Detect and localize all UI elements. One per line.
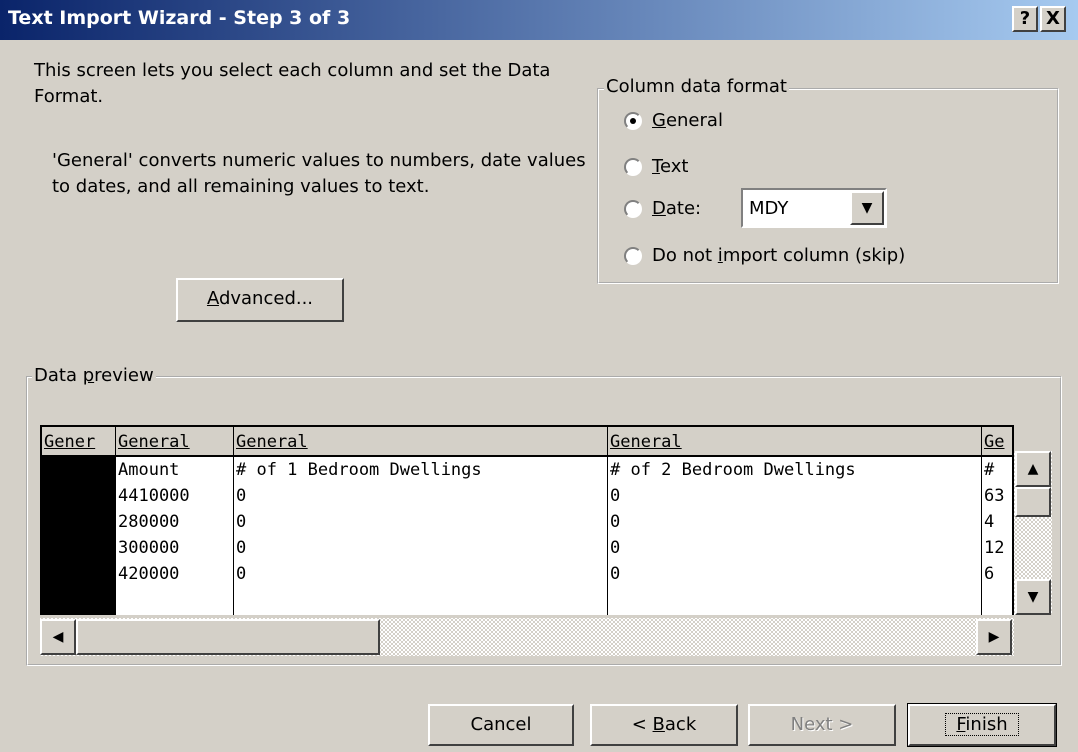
preview-cell: 6 <box>984 564 995 584</box>
preview-cell: 0 <box>236 486 247 506</box>
radio-skip-label: Do not import column (skip) <box>652 245 906 266</box>
preview-cell: # of 2 Bedroom Dwellings <box>610 460 856 480</box>
cancel-button[interactable]: Cancel <box>428 704 574 746</box>
selected-column-cells[interactable] <box>42 457 115 615</box>
radio-date-label: Date: <box>652 198 702 219</box>
intro-text: This screen lets you select each column … <box>34 60 551 107</box>
radio-date-circle[interactable] <box>624 199 642 218</box>
preview-cell: 0 <box>610 512 621 532</box>
column-format-legend: Column data format <box>604 76 789 97</box>
next-label: Next > <box>790 714 854 735</box>
preview-cell: 0 <box>610 564 621 584</box>
preview-cell: Amount <box>118 460 180 480</box>
preview-cell: 300000 <box>118 538 180 558</box>
preview-cell: 4 <box>984 512 995 532</box>
vertical-scroll-thumb[interactable] <box>1015 487 1051 517</box>
radio-general[interactable]: General <box>624 110 723 131</box>
radio-text-label: Text <box>652 156 689 177</box>
radio-skip-circle[interactable] <box>624 246 642 265</box>
window-title: Text Import Wizard - Step 3 of 3 <box>8 7 351 29</box>
advanced-mnemonic: A <box>206 288 219 309</box>
column-header[interactable]: General <box>116 427 233 457</box>
scroll-left-icon[interactable]: ◀ <box>40 619 76 655</box>
finish-button[interactable]: Finish <box>907 703 1057 747</box>
next-button[interactable]: Next > <box>748 704 896 746</box>
chevron-down-icon[interactable]: ▼ <box>850 191 884 225</box>
radio-date[interactable]: Date: <box>624 198 701 219</box>
column-header[interactable]: General <box>608 427 981 457</box>
preview-column[interactable]: General # of 1 Bedroom Dwellings 0 0 0 0 <box>234 427 608 615</box>
advanced-button[interactable]: Advanced... <box>176 278 344 322</box>
column-header[interactable]: Ge <box>982 427 1012 457</box>
scroll-down-icon[interactable]: ▼ <box>1015 579 1051 615</box>
horizontal-scroll-thumb[interactable] <box>76 619 380 655</box>
preview-cell: 0 <box>236 538 247 558</box>
back-button[interactable]: < Back <box>590 704 738 746</box>
preview-cell: 0 <box>610 538 621 558</box>
date-format-value: MDY <box>749 198 789 219</box>
scroll-right-icon[interactable]: ▶ <box>976 619 1012 655</box>
radio-general-label: General <box>652 110 723 131</box>
radio-skip[interactable]: Do not import column (skip) <box>624 245 905 266</box>
preview-cell: 12 <box>984 538 1005 558</box>
finish-focus: Finish <box>945 713 1019 736</box>
vertical-scrollbar[interactable]: ▲ ▼ <box>1014 451 1052 615</box>
preview-cell: 420000 <box>118 564 180 584</box>
preview-cell: 0 <box>236 512 247 532</box>
preview-cell: 280000 <box>118 512 180 532</box>
data-preview-legend: Data preview <box>32 365 156 386</box>
radio-text-circle[interactable] <box>624 157 642 176</box>
column-header[interactable]: General <box>234 427 607 457</box>
data-preview-grid[interactable]: Gener General Amount 4410000 280000 3000… <box>40 425 1014 615</box>
preview-column[interactable]: General Amount 4410000 280000 300000 420… <box>116 427 234 615</box>
preview-column[interactable]: General # of 2 Bedroom Dwellings 0 0 0 0 <box>608 427 982 615</box>
preview-cell: # <box>984 460 995 480</box>
horizontal-scrollbar[interactable]: ◀ ▶ <box>40 618 1014 656</box>
preview-cell: 4410000 <box>118 486 190 506</box>
format-description: 'General' converts numeric values to num… <box>52 150 586 197</box>
preview-column[interactable]: Gener <box>42 427 116 615</box>
preview-cell: # of 1 Bedroom Dwellings <box>236 460 482 480</box>
date-format-select[interactable]: MDY ▼ <box>741 188 887 228</box>
preview-cell: 0 <box>610 486 621 506</box>
radio-general-circle[interactable] <box>624 111 642 130</box>
help-button[interactable]: ? <box>1012 6 1038 32</box>
preview-cell: 63 <box>984 486 1005 506</box>
title-bar: Text Import Wizard - Step 3 of 3 ? X <box>0 0 1078 40</box>
close-button[interactable]: X <box>1040 6 1066 32</box>
column-header[interactable]: Gener <box>42 427 115 457</box>
preview-column[interactable]: Ge # 63 4 12 6 <box>982 427 1012 615</box>
radio-text[interactable]: Text <box>624 156 688 177</box>
preview-cell: 0 <box>236 564 247 584</box>
scroll-up-icon[interactable]: ▲ <box>1015 451 1051 487</box>
advanced-suffix: dvanced... <box>218 288 314 309</box>
